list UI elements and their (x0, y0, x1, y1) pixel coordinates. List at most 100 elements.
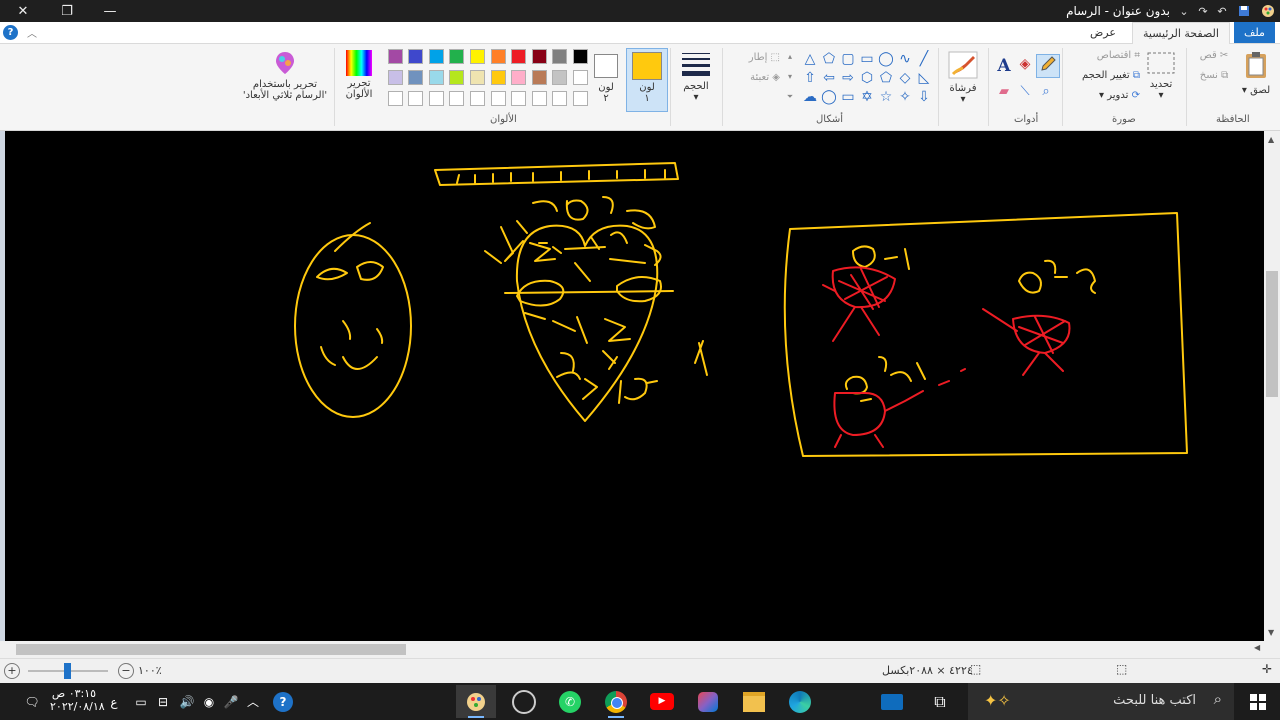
four-point-star-shape-icon[interactable]: ✧ (897, 89, 913, 105)
brushes-button[interactable]: فرشاة ▾ (944, 50, 982, 105)
fill-button[interactable]: ◈ تعبئة (730, 72, 780, 83)
undo-icon[interactable]: ↶ (1214, 3, 1230, 19)
palette-swatch[interactable] (531, 91, 547, 106)
taskbar-chrome[interactable] (596, 685, 636, 718)
palette-swatch[interactable] (573, 70, 588, 85)
zoom-out-icon[interactable]: − (118, 663, 134, 679)
palette-swatch[interactable] (470, 49, 485, 64)
microphone-icon[interactable]: 🎤 (222, 683, 240, 720)
color-picker-icon[interactable]: ⟋ (1016, 84, 1034, 99)
minimize-icon[interactable]: — (95, 0, 125, 22)
palette-swatch[interactable] (552, 91, 568, 106)
crop-button[interactable]: ⌗ اقتصاص (1078, 50, 1140, 61)
taskbar-file-explorer[interactable] (734, 685, 774, 718)
palette-swatch[interactable] (531, 49, 547, 64)
select-button[interactable]: تحديد ▾ (1145, 50, 1177, 101)
palette-swatch[interactable] (387, 70, 403, 85)
line-shape-icon[interactable]: ╱ (916, 51, 932, 67)
vertical-scroll-thumb[interactable] (1266, 271, 1278, 397)
rotate-button[interactable]: ⟳ تدوير ▾ (1082, 90, 1140, 101)
fill-bucket-icon[interactable]: ◈ (1016, 56, 1034, 72)
edit-colors-button[interactable]: تحرير الألوان (340, 50, 378, 100)
oval-callout-shape-icon[interactable]: ◯ (821, 89, 837, 105)
pencil-icon[interactable] (1036, 54, 1060, 78)
oval-shape-icon[interactable]: ◯ (878, 51, 894, 67)
taskbar-mail[interactable] (872, 685, 912, 718)
palette-swatch[interactable] (408, 70, 424, 85)
palette-swatch[interactable] (449, 70, 465, 85)
rounded-callout-shape-icon[interactable]: ▭ (840, 89, 856, 105)
close-icon[interactable]: ✕ (8, 0, 38, 22)
right-arrow-shape-icon[interactable]: ⇨ (840, 70, 856, 86)
zoom-in-icon[interactable]: + (4, 663, 20, 679)
left-arrow-shape-icon[interactable]: ⇦ (821, 70, 837, 86)
palette-swatch[interactable] (470, 91, 485, 106)
palette-swatch[interactable] (490, 91, 506, 106)
five-point-star-shape-icon[interactable]: ☆ (878, 89, 894, 105)
paint3d-button[interactable]: تحرير باستخدام 'الرسام ثلاثي الأبعاد' (238, 50, 332, 101)
volume-icon[interactable]: 🔊 (178, 683, 196, 720)
palette-swatch[interactable] (573, 49, 588, 64)
curve-shape-icon[interactable]: ∿ (897, 51, 913, 67)
taskbar-paint[interactable] (456, 685, 496, 718)
taskbar-search-box[interactable]: ✦✧ اكتب هنا للبحث ⌕ (968, 683, 1234, 720)
palette-swatch[interactable] (408, 91, 424, 106)
collapse-ribbon-icon[interactable]: ︿ (27, 25, 37, 40)
cloud-callout-shape-icon[interactable]: ☁ (802, 89, 818, 105)
copy-button[interactable]: ⧉ نسخ (1196, 70, 1232, 81)
vertical-scrollbar[interactable]: ▲ ▼ (1264, 131, 1280, 642)
eraser-icon[interactable]: ▰ (995, 84, 1013, 99)
hexagon-shape-icon[interactable]: ⬡ (859, 70, 875, 86)
palette-swatch[interactable] (428, 91, 444, 106)
scroll-left-icon[interactable]: ◀ (1254, 643, 1260, 652)
customize-qat-icon[interactable]: ⌄ (1176, 3, 1192, 19)
pentagon-shape-icon[interactable]: ⬠ (878, 70, 894, 86)
palette-swatch[interactable] (511, 91, 527, 106)
start-button[interactable] (1236, 683, 1280, 720)
rounded-rectangle-shape-icon[interactable]: ▢ (840, 51, 856, 67)
rectangle-shape-icon[interactable]: ▭ (859, 51, 875, 67)
network-icon[interactable]: ⊟ (154, 683, 172, 720)
scroll-up-icon[interactable]: ▲ (1268, 135, 1274, 144)
palette-swatch[interactable] (552, 49, 568, 64)
color2-button[interactable]: لون ٢ (590, 48, 622, 110)
task-view-icon[interactable]: ⧉ (920, 685, 960, 718)
scroll-down-icon[interactable]: ▼ (1268, 628, 1274, 637)
diamond-shape-icon[interactable]: ◇ (897, 70, 913, 86)
palette-swatch[interactable] (573, 91, 588, 106)
right-triangle-shape-icon[interactable]: ◺ (916, 70, 932, 86)
horizontal-scroll-thumb[interactable] (16, 644, 406, 655)
size-button[interactable]: الحجم ▾ (676, 50, 716, 103)
palette-swatch[interactable] (428, 49, 444, 64)
display-icon[interactable]: ▭ (132, 683, 150, 720)
palette-swatch[interactable] (490, 70, 506, 85)
paste-button[interactable]: لصق ▾ (1240, 50, 1272, 96)
drawing-canvas[interactable] (5, 131, 1264, 641)
palette-swatch[interactable] (552, 70, 568, 85)
outline-button[interactable]: ⬚ إطار (730, 52, 780, 63)
color1-button[interactable]: لون ١ (626, 48, 668, 112)
cut-button[interactable]: ✂ قص (1196, 50, 1232, 61)
save-icon[interactable] (1236, 3, 1252, 19)
gallery-more-icon[interactable]: ⏷ (786, 92, 794, 102)
taskbar-whatsapp[interactable]: ✆ (550, 685, 590, 718)
palette-swatch[interactable] (511, 70, 527, 85)
triangle-shape-icon[interactable]: △ (802, 51, 818, 67)
gallery-up-icon[interactable]: ▴ (786, 52, 794, 61)
palette-swatch[interactable] (470, 70, 485, 85)
taskbar-obs[interactable] (504, 685, 544, 718)
palette-swatch[interactable] (428, 70, 444, 85)
text-tool-icon[interactable]: A (995, 56, 1013, 76)
palette-swatch[interactable] (531, 70, 547, 85)
taskbar-microsoft365[interactable] (688, 685, 728, 718)
help-tray-icon[interactable]: ? (270, 683, 296, 720)
palette-swatch[interactable] (408, 49, 424, 64)
tab-home[interactable]: الصفحة الرئيسية (1132, 22, 1230, 44)
taskbar-edge[interactable] (780, 685, 820, 718)
palette-swatch[interactable] (511, 49, 527, 64)
down-arrow-shape-icon[interactable]: ⇩ (916, 89, 932, 105)
tab-view[interactable]: عرض (1080, 22, 1126, 43)
palette-swatch[interactable] (387, 91, 403, 106)
notifications-icon[interactable]: 🗨 (20, 683, 44, 720)
palette-swatch[interactable] (490, 49, 506, 64)
